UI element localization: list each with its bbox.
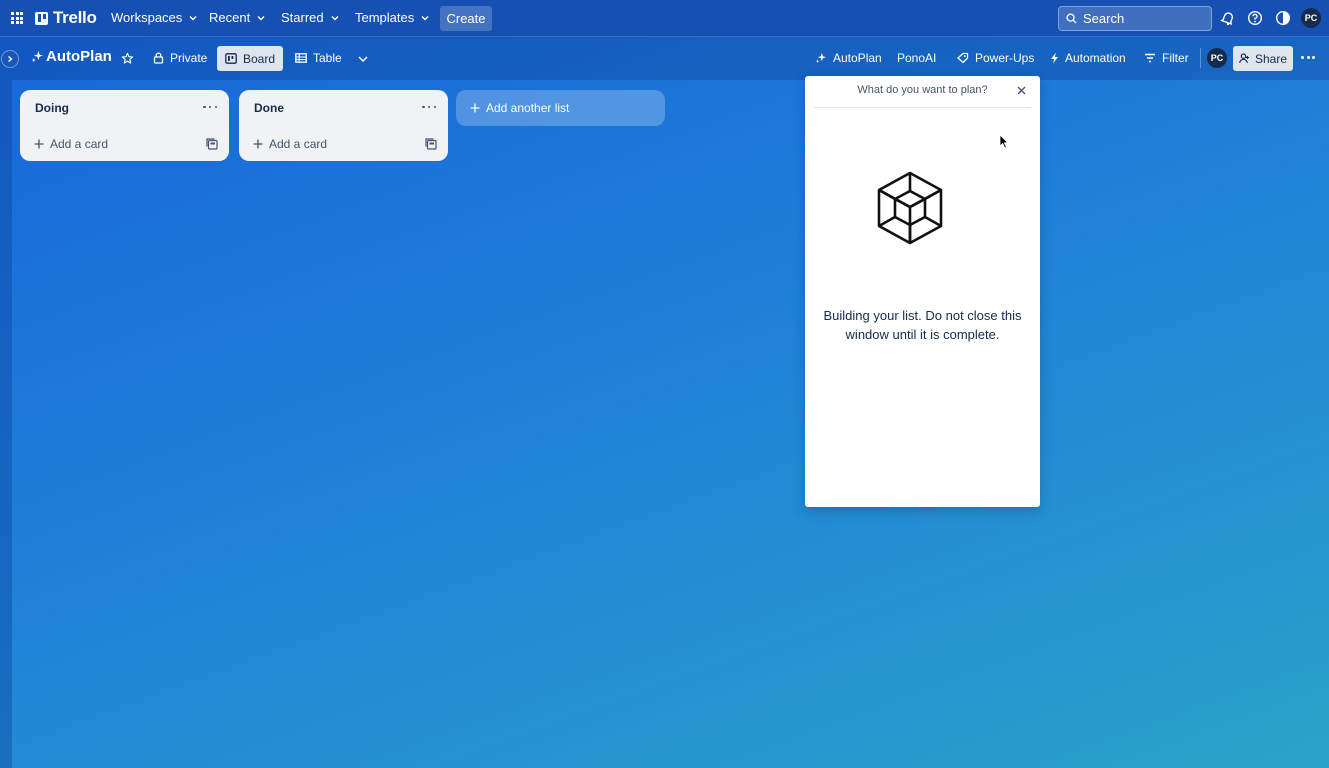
power-ups-label: Power-Ups [975, 51, 1035, 65]
table-icon [295, 53, 307, 63]
sparkle-icon [31, 50, 44, 63]
sidebar-collapsed [0, 80, 12, 768]
theme-toggle-icon[interactable] [1275, 10, 1291, 26]
ponoai-button[interactable]: PonoAI [897, 51, 936, 65]
expand-sidebar-button[interactable] [1, 50, 19, 68]
chevron-down-icon [331, 15, 339, 20]
nav-templates[interactable]: Templates [355, 10, 430, 25]
power-ups-button[interactable]: Power-Ups [956, 51, 1034, 65]
list-title[interactable]: Doing [35, 101, 69, 115]
cube-icon [877, 171, 943, 245]
create-from-template-icon[interactable] [425, 138, 437, 150]
list-menu-icon[interactable] [203, 102, 217, 112]
chevron-down-icon [257, 15, 265, 20]
nav-recent-label: Recent [209, 10, 251, 25]
board-view-tab[interactable]: Board [217, 46, 283, 71]
board-title[interactable]: AutoPlan [31, 48, 112, 65]
filter-label: Filter [1162, 51, 1189, 65]
create-from-template-icon[interactable] [206, 138, 218, 150]
popup-divider [814, 107, 1031, 108]
nav-starred[interactable]: Starred [281, 10, 340, 25]
app-switcher-icon[interactable] [11, 12, 23, 24]
trello-logo-icon [35, 11, 48, 25]
add-card-label: Add a card [269, 137, 328, 151]
board-member-avatar[interactable]: PC [1207, 48, 1227, 68]
sparkle-icon [815, 52, 827, 64]
add-list-label: Add another list [486, 101, 570, 115]
star-icon[interactable] [121, 52, 134, 65]
list-done: Done Add a card [239, 90, 448, 161]
nav-workspaces-label: Workspaces [111, 10, 183, 25]
filter-button[interactable]: Filter [1144, 51, 1189, 65]
automation-label: Automation [1065, 51, 1126, 65]
add-member-icon [1239, 53, 1249, 64]
search-input[interactable] [1083, 11, 1203, 26]
trello-logo[interactable]: Trello [35, 8, 97, 28]
create-button[interactable]: Create [440, 6, 492, 31]
lightning-icon [1051, 52, 1058, 64]
ponoai-label: PonoAI [897, 51, 937, 65]
nav-recent[interactable]: Recent [209, 10, 266, 25]
chevron-down-icon [421, 15, 429, 20]
logo-text: Trello [53, 8, 97, 27]
mouse-cursor-icon [999, 134, 1009, 149]
add-card-button[interactable]: Add a card [253, 137, 327, 151]
board-menu-icon[interactable] [1301, 56, 1315, 60]
board-view-label: Board [242, 51, 276, 66]
list-menu-icon[interactable] [422, 102, 436, 112]
share-button[interactable]: Share [1233, 46, 1293, 71]
nav-templates-label: Templates [355, 10, 415, 25]
plus-icon [253, 139, 263, 149]
nav-workspaces[interactable]: Workspaces [111, 10, 198, 25]
help-icon[interactable] [1247, 10, 1263, 26]
chevron-right-icon [8, 55, 13, 63]
rocket-icon [957, 52, 969, 64]
add-card-button[interactable]: Add a card [34, 137, 108, 151]
share-label: Share [1254, 51, 1288, 66]
close-icon[interactable] [1017, 86, 1026, 95]
plus-icon [34, 139, 44, 149]
top-navigation: Trello Workspaces Recent Starred Templat… [0, 0, 1329, 37]
table-view-label: Table [313, 51, 342, 65]
popup-status-message: Building your list. Do not close this wi… [823, 308, 1022, 342]
autoplan-powerup-button[interactable]: AutoPlan [815, 51, 882, 65]
visibility-button[interactable]: Private [153, 51, 207, 65]
more-views-chevron-icon[interactable] [357, 53, 369, 65]
list-title[interactable]: Done [254, 101, 284, 115]
visibility-label: Private [170, 51, 208, 65]
board-title-text: AutoPlan [46, 48, 112, 65]
table-view-tab[interactable]: Table [295, 51, 342, 65]
nav-starred-label: Starred [281, 10, 324, 25]
chevron-down-icon [189, 15, 197, 20]
search-icon [1066, 13, 1077, 24]
autoplan-label: AutoPlan [833, 51, 882, 65]
plus-icon [470, 103, 480, 113]
board-view-icon [225, 53, 237, 64]
lock-icon [153, 52, 164, 64]
automation-button[interactable]: Automation [1050, 51, 1126, 65]
header-divider [1200, 48, 1201, 68]
add-card-label: Add a card [50, 137, 109, 151]
notifications-icon[interactable] [1220, 10, 1236, 26]
search-box[interactable] [1058, 6, 1212, 31]
list-doing: Doing Add a card [20, 90, 229, 161]
filter-icon [1145, 53, 1155, 63]
popup-title: What do you want to plan? [857, 84, 988, 96]
account-avatar[interactable]: PC [1301, 8, 1321, 28]
add-another-list-button[interactable]: Add another list [456, 90, 665, 126]
